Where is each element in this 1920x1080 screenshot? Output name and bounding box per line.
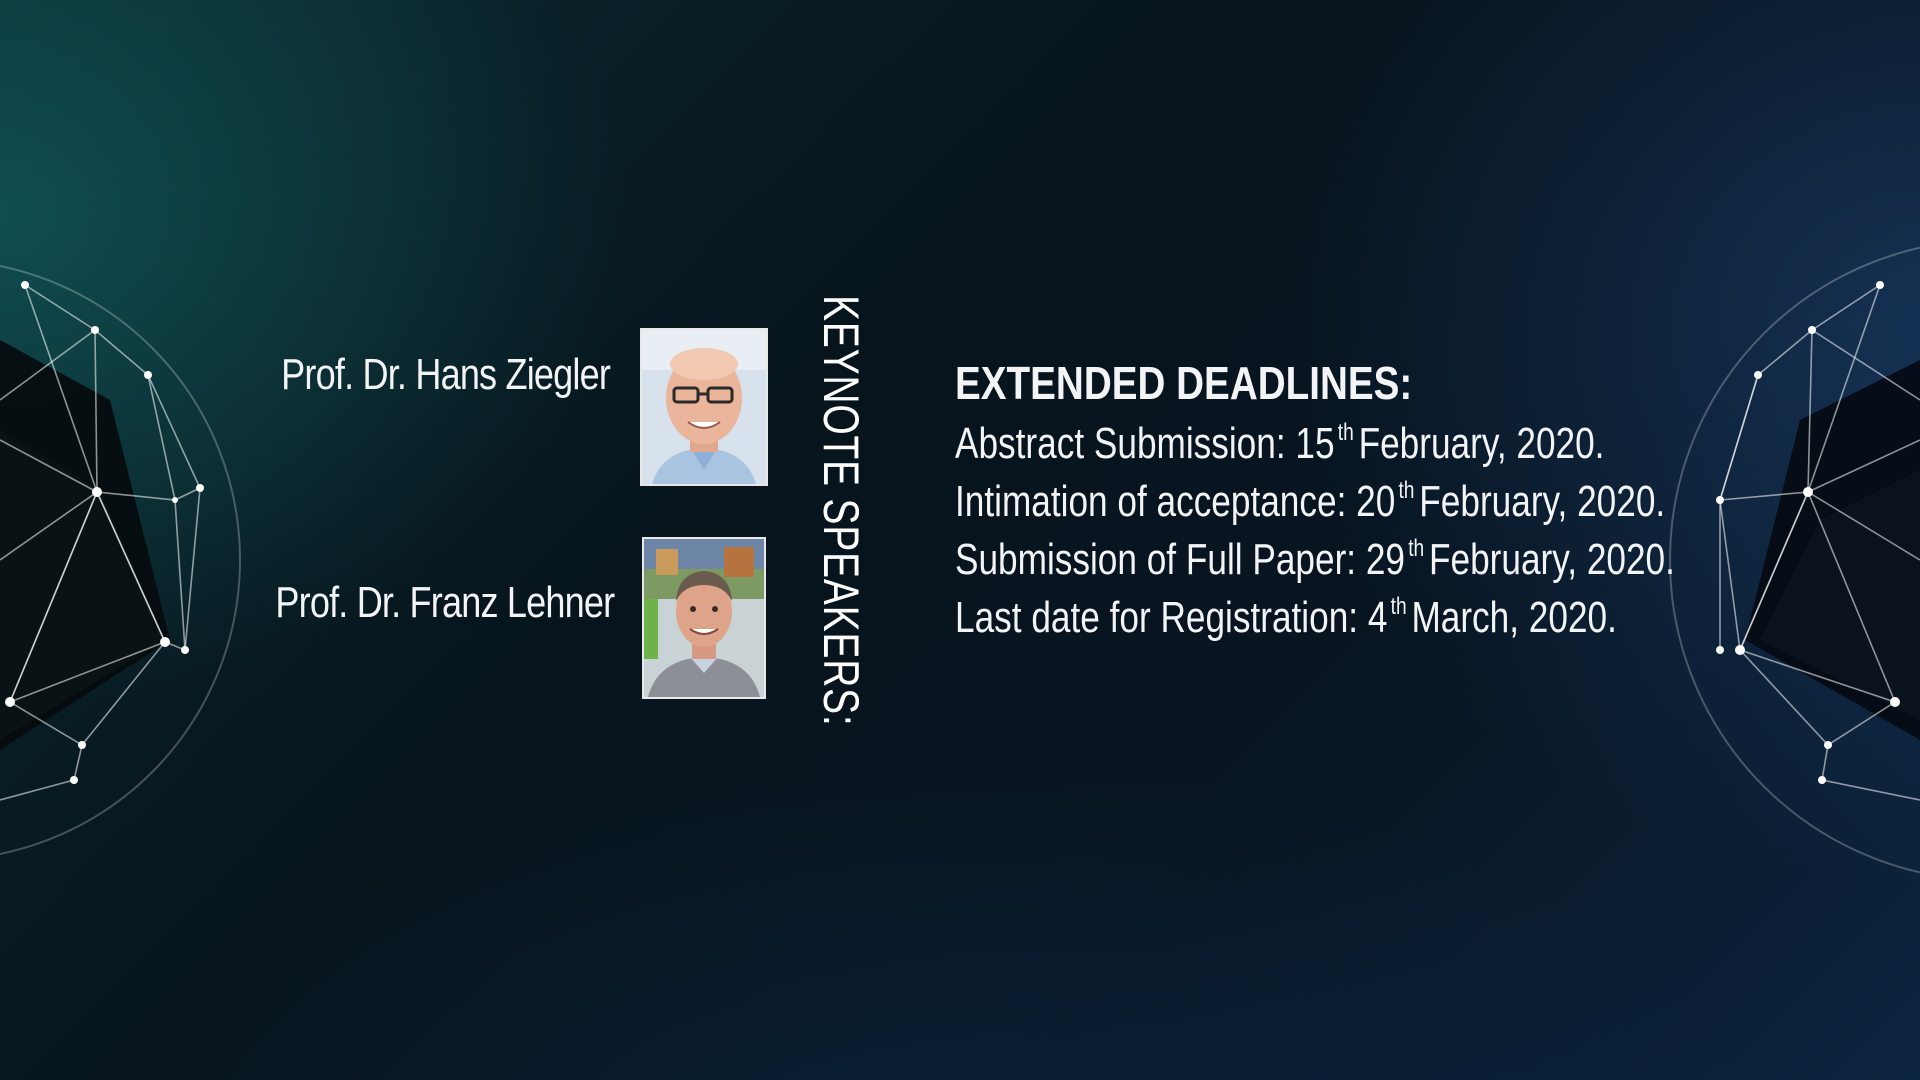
deadline-registration: Last date for Registration: 4th March, 20… (955, 589, 1617, 647)
portrait-image (644, 539, 764, 697)
deadline-abstract-submission: Abstract Submission: 15th February, 2020. (955, 415, 1611, 473)
speaker-name-hans-ziegler: Prof. Dr. Hans Ziegler (281, 350, 611, 399)
deadlines-panel: EXTENDED DEADLINES: Abstract Submission:… (955, 355, 1775, 647)
deadline-label: Intimation of acceptance: 20 (955, 477, 1396, 526)
ordinal-suffix: th (1337, 419, 1354, 446)
portrait-image (642, 330, 766, 484)
deadline-label: Submission of Full Paper: 29 (955, 535, 1406, 584)
deadline-label: Abstract Submission: 15 (955, 419, 1335, 468)
conference-banner: Prof. Dr. Hans Ziegler Prof. Dr. Franz L… (0, 0, 1920, 1080)
deadline-intimation-of-acceptance: Intimation of acceptance: 20th February, … (955, 473, 1665, 531)
deadline-full-paper-submission: Submission of Full Paper: 29th February, … (955, 531, 1675, 589)
deadline-date: February, 2020. (1429, 535, 1675, 584)
speaker-photo-hans-ziegler (640, 328, 768, 486)
ordinal-suffix: th (1390, 593, 1407, 620)
deadlines-title: EXTENDED DEADLINES: (955, 357, 1413, 409)
deadline-label: Last date for Registration: 4 (955, 593, 1388, 642)
ordinal-suffix: th (1408, 535, 1425, 562)
deadline-date: February, 2020. (1419, 477, 1666, 526)
ordinal-suffix: th (1398, 477, 1415, 504)
speaker-photo-franz-lehner (642, 537, 766, 699)
deadline-date: March, 2020. (1411, 593, 1617, 642)
keynote-speakers-heading: KEYNOTE SPEAKERS: (813, 295, 869, 727)
deadline-date: February, 2020. (1358, 419, 1605, 468)
speaker-name-franz-lehner: Prof. Dr. Franz Lehner (275, 578, 615, 627)
